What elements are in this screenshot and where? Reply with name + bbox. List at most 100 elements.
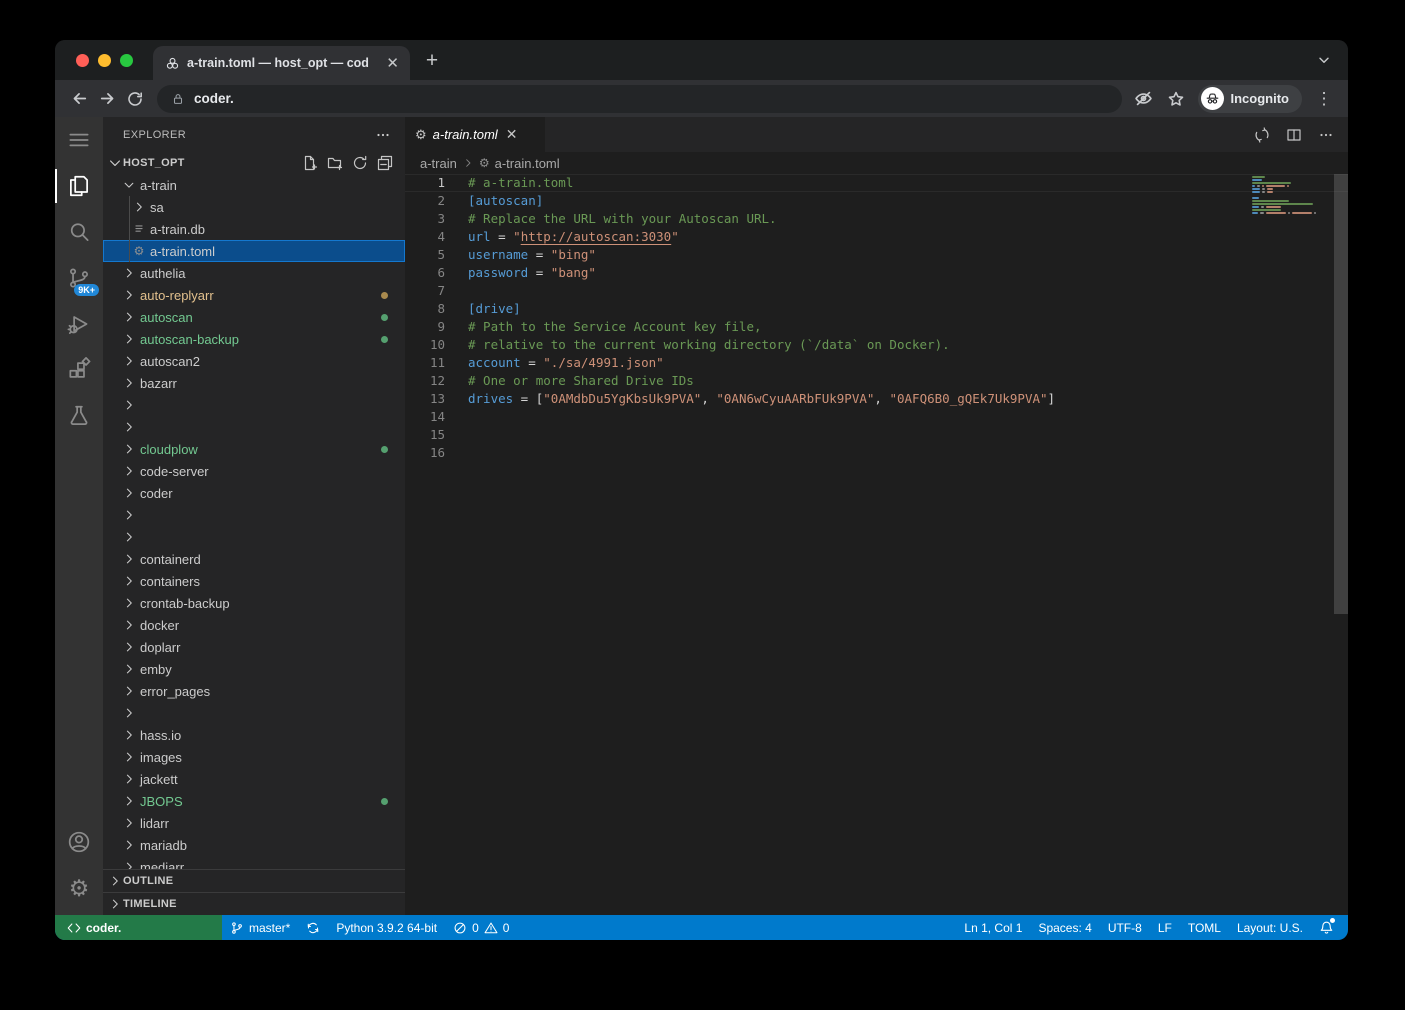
- tree-item-emby[interactable]: emby: [103, 658, 405, 680]
- status-language-mode[interactable]: TOML: [1180, 915, 1229, 940]
- tree-item-authelia[interactable]: authelia: [103, 262, 405, 284]
- new-tab-button[interactable]: +: [418, 47, 446, 75]
- tree-item[interactable]: [103, 416, 405, 438]
- activitybar-testing[interactable]: [55, 393, 103, 439]
- tree-item-containers[interactable]: containers: [103, 570, 405, 592]
- tree-item-docker[interactable]: docker: [103, 614, 405, 636]
- tree-item-hass.io[interactable]: hass.io: [103, 724, 405, 746]
- tree-item-a-train.toml[interactable]: ⚙a-train.toml: [103, 240, 405, 262]
- breadcrumb-folder[interactable]: a-train: [420, 156, 457, 171]
- tree-item-images[interactable]: images: [103, 746, 405, 768]
- editor-scrollbar[interactable]: [1334, 174, 1348, 614]
- tree-item-mediarr[interactable]: mediarr: [103, 856, 405, 869]
- tree-item-autoscan2[interactable]: autoscan2: [103, 350, 405, 372]
- tree-item-bazarr[interactable]: bazarr: [103, 372, 405, 394]
- activitybar-explorer[interactable]: [55, 163, 103, 209]
- tree-item-cloudplow[interactable]: cloudplow: [103, 438, 405, 460]
- code-line-7[interactable]: 7: [405, 282, 1348, 300]
- collapse-all-icon[interactable]: [377, 155, 393, 171]
- tree-item[interactable]: [103, 394, 405, 416]
- tree-item-JBOPS[interactable]: JBOPS: [103, 790, 405, 812]
- minimap[interactable]: [1252, 176, 1332, 224]
- outline-panel-header[interactable]: OUTLINE: [103, 869, 405, 892]
- tree-item-mariadb[interactable]: mariadb: [103, 834, 405, 856]
- code-line-10[interactable]: 10# relative to the current working dire…: [405, 336, 1348, 354]
- tree-item-autoscan-backup[interactable]: autoscan-backup: [103, 328, 405, 350]
- open-changes-icon[interactable]: [1254, 127, 1270, 143]
- tree-item[interactable]: [103, 702, 405, 724]
- status-cursor-position[interactable]: Ln 1, Col 1: [956, 915, 1030, 940]
- status-sync[interactable]: [298, 915, 328, 940]
- tree-item-auto-replyarr[interactable]: auto-replyarr: [103, 284, 405, 306]
- tree-item-coder[interactable]: coder: [103, 482, 405, 504]
- code-line-16[interactable]: 16: [405, 444, 1348, 462]
- browser-tab[interactable]: a-train.toml — host_opt — cod ✕: [153, 46, 410, 80]
- refresh-icon[interactable]: [352, 155, 368, 171]
- code-line-11[interactable]: 11account = "./sa/4991.json": [405, 354, 1348, 372]
- tree-item-doplarr[interactable]: doplarr: [103, 636, 405, 658]
- code-line-13[interactable]: 13drives = ["0AMdbDu5YgKbsUk9PVA", "0AN6…: [405, 390, 1348, 408]
- activitybar-menu[interactable]: [55, 117, 103, 163]
- split-editor-icon[interactable]: [1286, 127, 1302, 143]
- activitybar-account[interactable]: [55, 819, 103, 865]
- code-line-6[interactable]: 6password = "bang": [405, 264, 1348, 282]
- new-folder-icon[interactable]: [327, 155, 343, 171]
- minimize-window-button[interactable]: [98, 54, 111, 67]
- code-line-3[interactable]: 3# Replace the URL with your Autoscan UR…: [405, 210, 1348, 228]
- browser-menu-icon[interactable]: ⋮: [1310, 85, 1338, 113]
- code-line-1[interactable]: 1# a-train.toml: [405, 174, 1348, 192]
- timeline-panel-header[interactable]: TIMELINE: [103, 892, 405, 915]
- tree-item[interactable]: [103, 504, 405, 526]
- back-button[interactable]: [65, 85, 93, 113]
- tree-item-a-train[interactable]: a-train: [103, 174, 405, 196]
- code-line-2[interactable]: 2[autoscan]: [405, 192, 1348, 210]
- status-problems[interactable]: 00: [445, 915, 517, 940]
- tree-item-error_pages[interactable]: error_pages: [103, 680, 405, 702]
- editor-more-actions-icon[interactable]: [1318, 127, 1334, 143]
- activitybar-search[interactable]: [55, 209, 103, 255]
- tree-item-containerd[interactable]: containerd: [103, 548, 405, 570]
- status-eol[interactable]: LF: [1150, 915, 1180, 940]
- code-line-9[interactable]: 9# Path to the Service Account key file,: [405, 318, 1348, 336]
- activitybar-source-control[interactable]: 9K+: [55, 255, 103, 301]
- code-line-4[interactable]: 4url = "http://autoscan:3030": [405, 228, 1348, 246]
- close-window-button[interactable]: [76, 54, 89, 67]
- code-editor[interactable]: 1# a-train.toml2[autoscan]3# Replace the…: [405, 174, 1348, 915]
- status-python-version[interactable]: Python 3.9.2 64-bit: [328, 915, 445, 940]
- breadcrumb-file[interactable]: a-train.toml: [495, 156, 560, 171]
- activitybar-settings[interactable]: ⚙: [55, 865, 103, 911]
- code-line-5[interactable]: 5username = "bing": [405, 246, 1348, 264]
- code-line-15[interactable]: 15: [405, 426, 1348, 444]
- address-bar[interactable]: coder.: [157, 85, 1122, 113]
- status-keyboard-layout[interactable]: Layout: U.S.: [1229, 915, 1311, 940]
- reload-button[interactable]: [121, 85, 149, 113]
- activitybar-extensions[interactable]: [55, 347, 103, 393]
- folder-section-header[interactable]: HOST_OPT: [103, 152, 405, 174]
- tree-item-crontab-backup[interactable]: crontab-backup: [103, 592, 405, 614]
- tree-item-code-server[interactable]: code-server: [103, 460, 405, 482]
- tree-item-lidarr[interactable]: lidarr: [103, 812, 405, 834]
- tree-item[interactable]: [103, 526, 405, 548]
- status-git-branch[interactable]: master*: [222, 915, 298, 940]
- tree-item-jackett[interactable]: jackett: [103, 768, 405, 790]
- explorer-more-icon[interactable]: [375, 127, 391, 143]
- status-indentation[interactable]: Spaces: 4: [1030, 915, 1099, 940]
- tree-item-a-train.db[interactable]: a-train.db: [103, 218, 405, 240]
- tab-search-chevron-icon[interactable]: [1316, 52, 1332, 68]
- tree-item-autoscan[interactable]: autoscan: [103, 306, 405, 328]
- new-file-icon[interactable]: [302, 155, 318, 171]
- forward-button[interactable]: [93, 85, 121, 113]
- status-remote-host[interactable]: coder.: [55, 915, 222, 940]
- activitybar-run-debug[interactable]: [55, 301, 103, 347]
- tab-close-icon[interactable]: ✕: [383, 54, 402, 72]
- editor-tab[interactable]: ⚙ a-train.toml ✕: [405, 117, 545, 152]
- maximize-window-button[interactable]: [120, 54, 133, 67]
- status-encoding[interactable]: UTF-8: [1100, 915, 1150, 940]
- tree-item-sa[interactable]: sa: [103, 196, 405, 218]
- eye-off-icon[interactable]: [1130, 85, 1158, 113]
- editor-tab-close-icon[interactable]: ✕: [504, 126, 520, 143]
- code-line-14[interactable]: 14: [405, 408, 1348, 426]
- code-line-12[interactable]: 12# One or more Shared Drive IDs: [405, 372, 1348, 390]
- code-line-8[interactable]: 8[drive]: [405, 300, 1348, 318]
- bookmark-star-icon[interactable]: [1162, 85, 1190, 113]
